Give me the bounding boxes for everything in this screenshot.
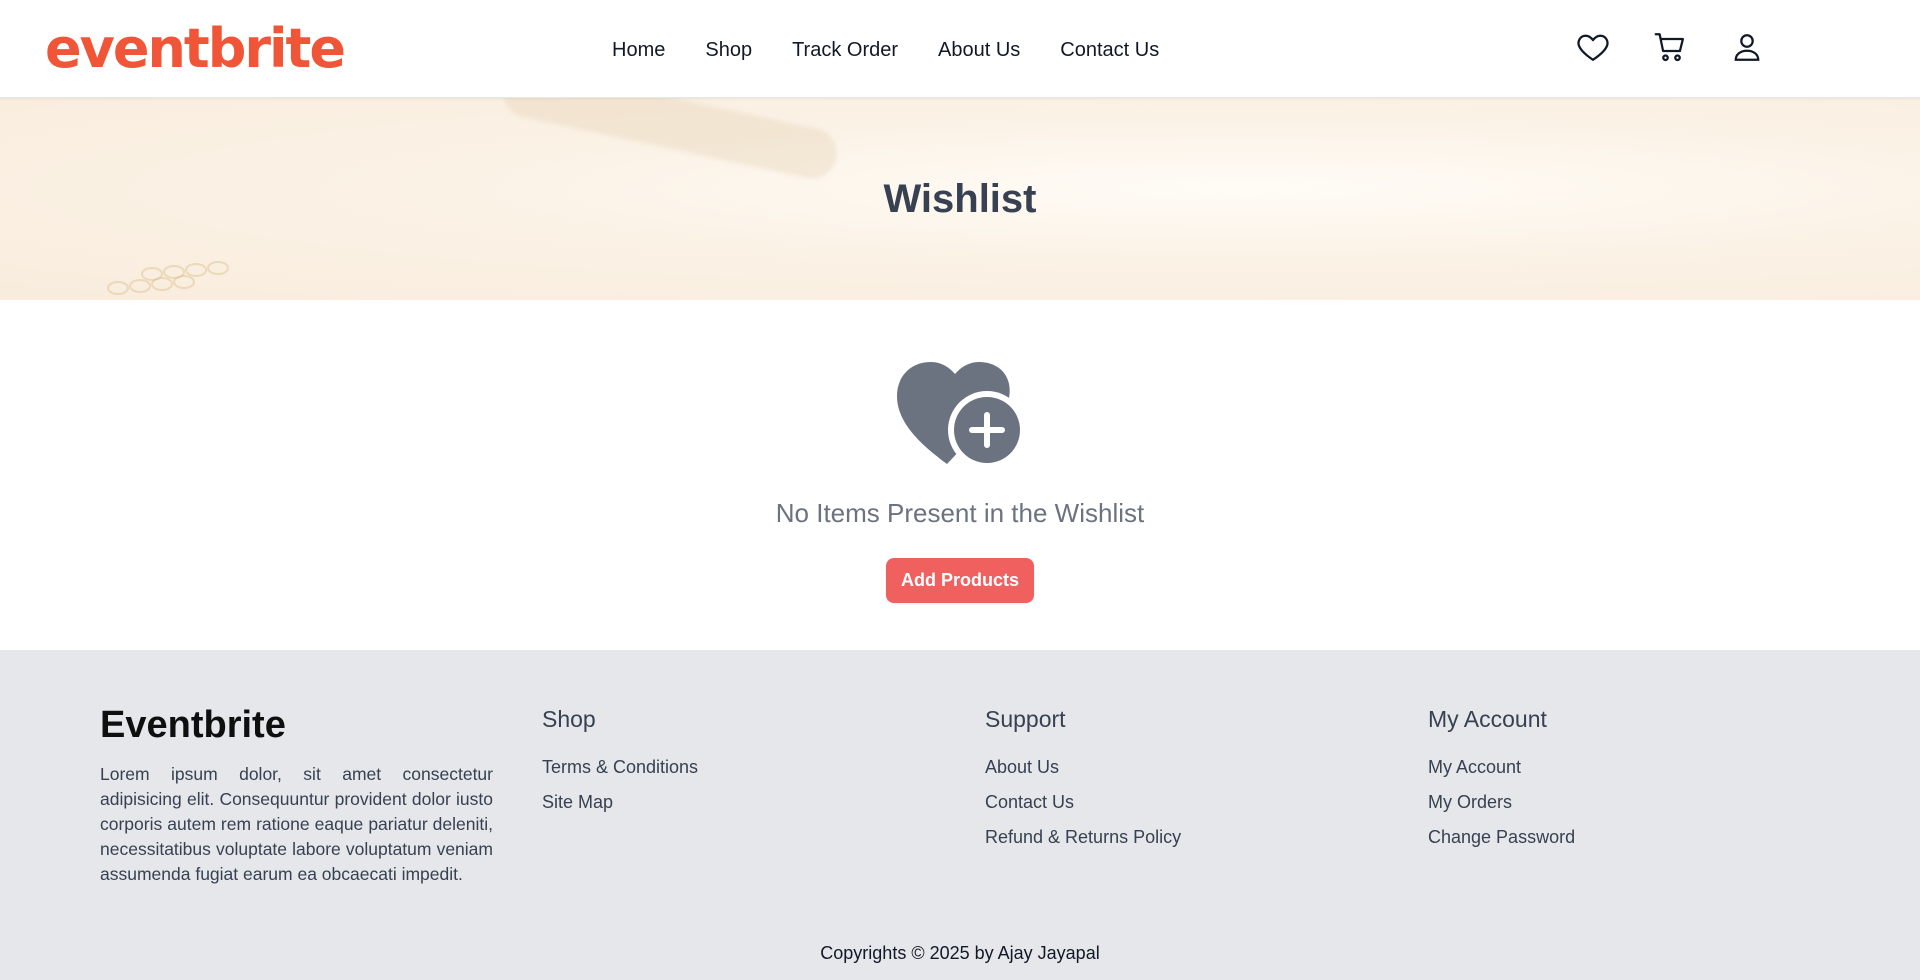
footer-brand-description: Lorem ipsum dolor, sit amet consectetur … — [100, 764, 493, 884]
nav-link-home[interactable]: Home — [612, 34, 665, 66]
cart-icon — [1654, 33, 1685, 62]
nav-link-track-order[interactable]: Track Order — [792, 34, 898, 66]
account-button[interactable] — [1729, 27, 1765, 67]
site-footer: Eventbrite Lorem ipsum dolor, sit amet c… — [0, 650, 1920, 980]
cart-button[interactable] — [1652, 27, 1688, 67]
footer-link-refund-policy[interactable]: Refund & Returns Policy — [985, 820, 1181, 855]
footer-column-title: Shop — [542, 706, 596, 732]
footer-link-my-orders[interactable]: My Orders — [1428, 785, 1575, 820]
copyright-text: Copyrights © 2025 by Ajay Jayapal — [820, 943, 1100, 963]
heart-icon — [1577, 34, 1609, 61]
page-title: Wishlist — [883, 177, 1037, 221]
header-actions — [1575, 27, 1765, 67]
footer-column-my-account: My Account My Account My Orders Change P… — [1428, 702, 1575, 855]
footer-link-contact-us[interactable]: Contact Us — [985, 785, 1181, 820]
footer-link-my-account[interactable]: My Account — [1428, 750, 1575, 785]
footer-column-shop: Shop Terms & Conditions Site Map — [542, 702, 698, 820]
footer-column-title: My Account — [1428, 706, 1547, 732]
page-banner: Wishlist — [0, 98, 1920, 300]
wishlist-button[interactable] — [1575, 27, 1611, 67]
nav-link-contact-us[interactable]: Contact Us — [1060, 34, 1159, 66]
empty-wishlist-state: No Items Present in the Wishlist Add Pro… — [0, 300, 1920, 650]
banner-decoration-pattern — [107, 261, 229, 295]
footer-column-title: Support — [985, 706, 1066, 732]
footer-brand: Eventbrite Lorem ipsum dolor, sit amet c… — [100, 700, 493, 887]
nav-link-shop[interactable]: Shop — [705, 34, 752, 66]
footer-brand-title: Eventbrite — [100, 704, 286, 746]
banner-decoration — [498, 98, 842, 183]
empty-wishlist-message: No Items Present in the Wishlist — [775, 498, 1145, 528]
main-nav: Home Shop Track Order About Us Contact U… — [612, 34, 1159, 66]
add-products-button[interactable]: Add Products — [886, 558, 1034, 603]
heart-plus-icon — [897, 362, 1026, 469]
footer-link-site-map[interactable]: Site Map — [542, 785, 698, 820]
brand-logo[interactable]: eventbrite — [45, 14, 346, 84]
user-icon — [1734, 34, 1760, 61]
footer-link-about-us[interactable]: About Us — [985, 750, 1181, 785]
footer-link-change-password[interactable]: Change Password — [1428, 820, 1575, 855]
footer-link-terms[interactable]: Terms & Conditions — [542, 750, 698, 785]
footer-column-support: Support About Us Contact Us Refund & Ret… — [985, 702, 1181, 855]
site-header: eventbrite Home Shop Track Order About U… — [0, 0, 1920, 98]
nav-link-about-us[interactable]: About Us — [938, 34, 1020, 66]
